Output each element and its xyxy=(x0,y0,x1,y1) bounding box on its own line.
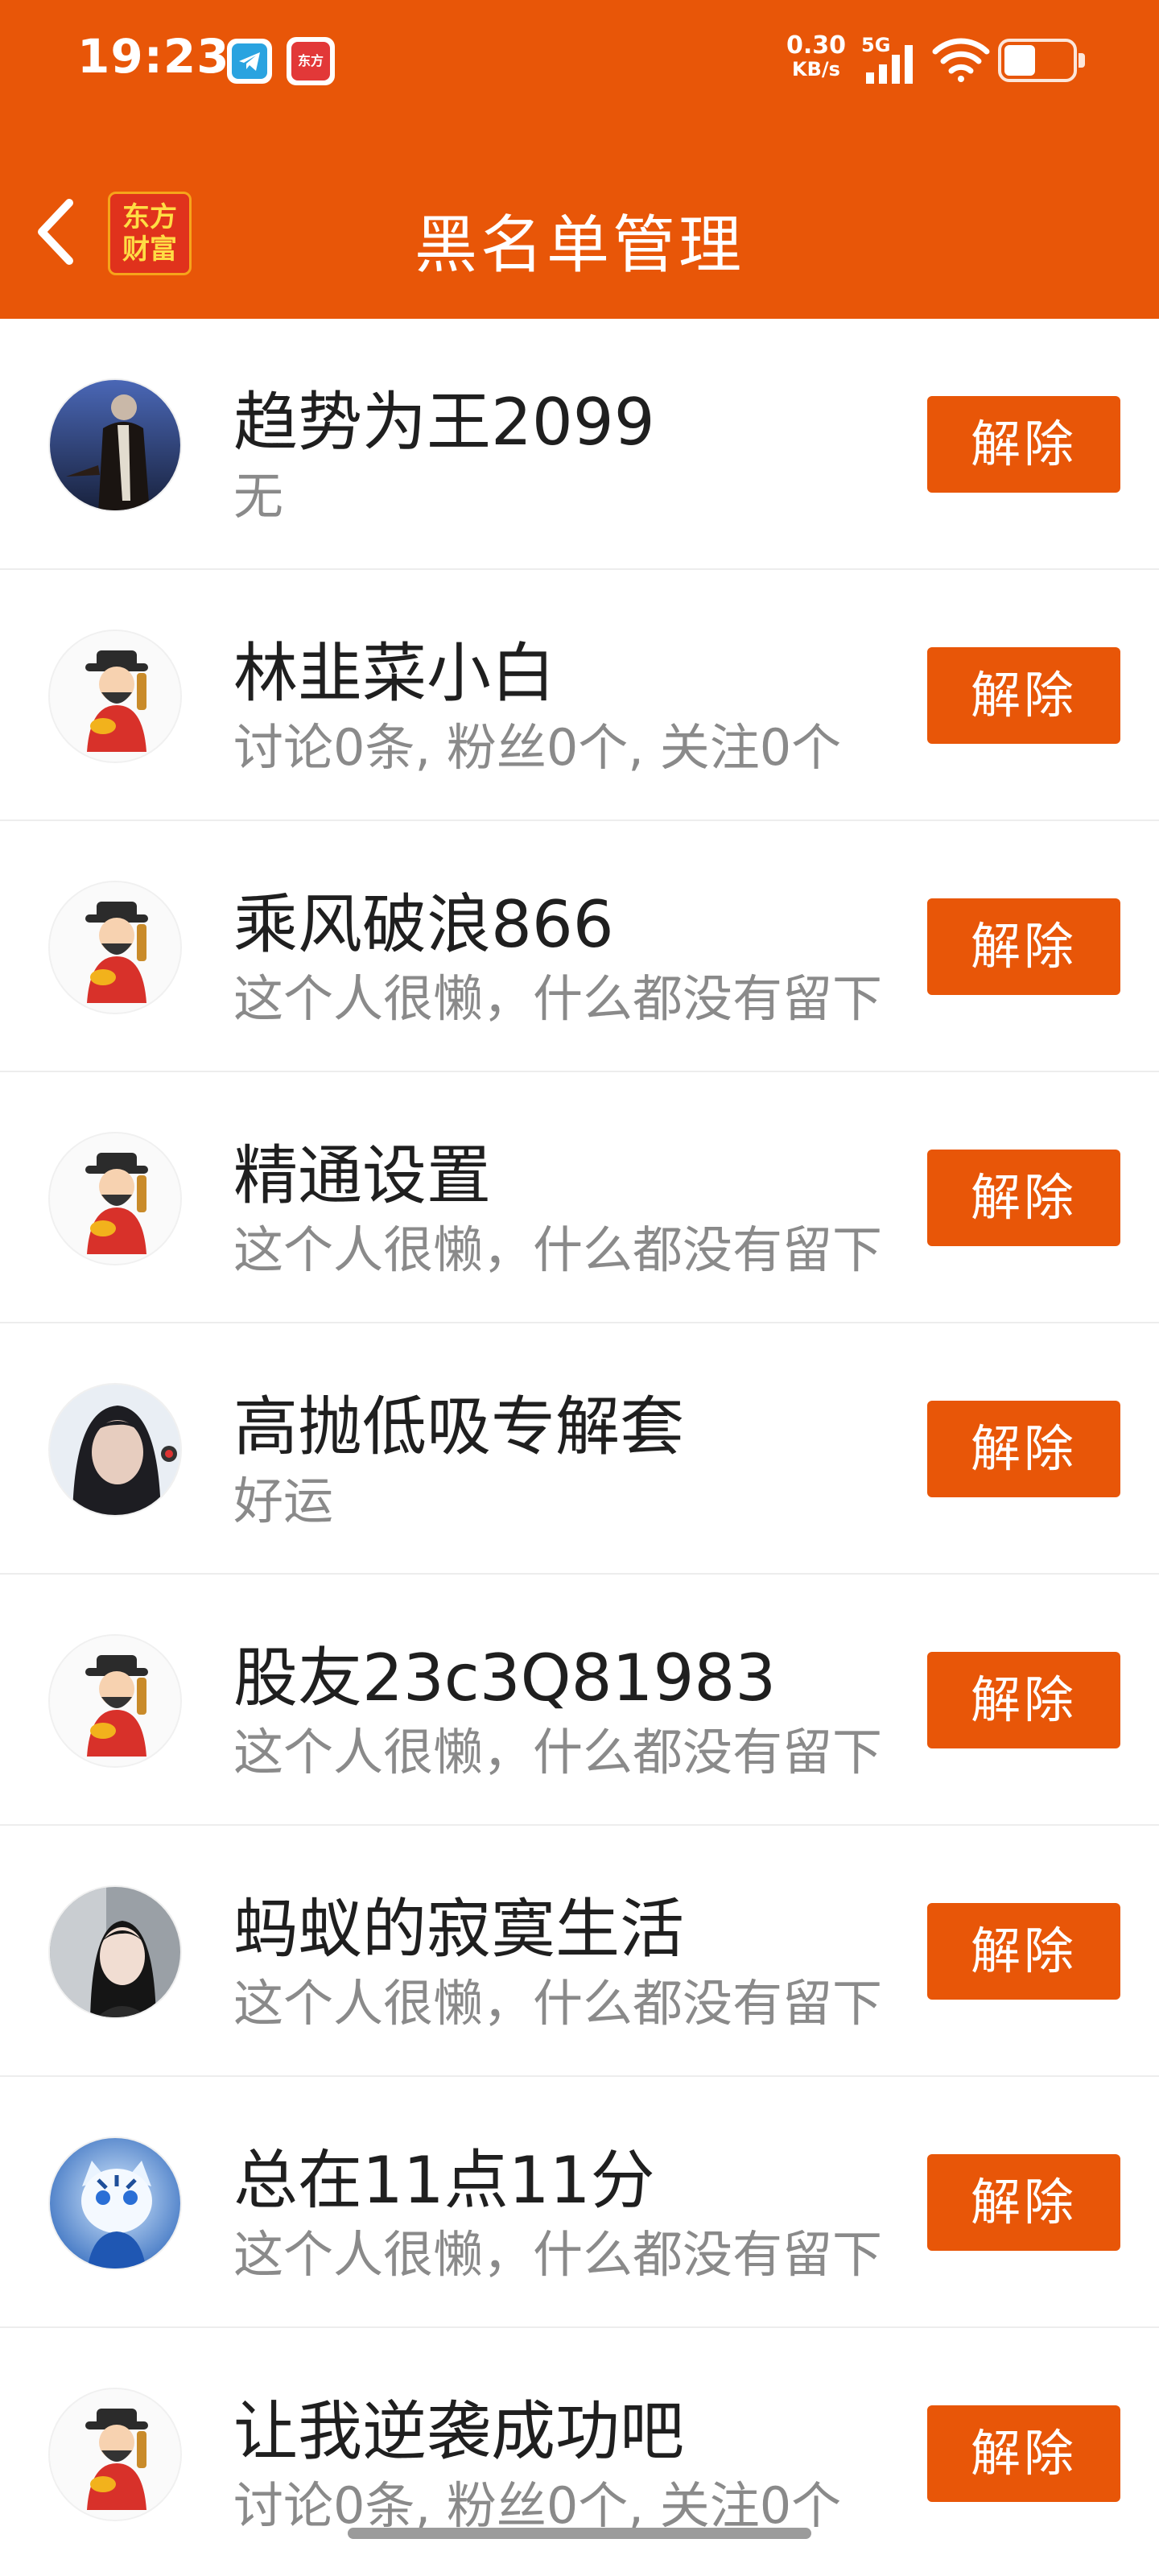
unblock-button[interactable]: 解除 xyxy=(927,1401,1120,1497)
user-name[interactable]: 乘风破浪866 xyxy=(233,873,901,966)
user-description: 无 xyxy=(233,467,284,526)
user-description: 好运 xyxy=(233,1472,334,1530)
telegram-app-icon xyxy=(227,39,272,84)
user-name[interactable]: 趋势为王2099 xyxy=(233,370,901,464)
app-top-area: 19:23 东方 0.30 KB/s 5G 东方 财富 黑名单管理 xyxy=(0,0,1159,319)
unblock-button[interactable]: 解除 xyxy=(927,1903,1120,2000)
blacklist-row-2: 林韭菜小白 讨论0条, 粉丝0个, 关注0个 解除 xyxy=(0,570,1159,821)
user-name[interactable]: 让我逆袭成功吧 xyxy=(233,2380,901,2473)
user-description: 讨论0条, 粉丝0个, 关注0个 xyxy=(233,2476,842,2535)
network-speed-value: 0.30 xyxy=(786,31,847,60)
blacklist-row-7: 蚂蚁的寂寞生活 这个人很懒，什么都没有留下 解除 xyxy=(0,1826,1159,2077)
user-description: 这个人很懒，什么都没有留下 xyxy=(233,1723,883,1781)
blacklist-page: 19:23 东方 0.30 KB/s 5G 东方 财富 黑名单管理 趋势为王20… xyxy=(0,0,1159,2576)
battery-icon xyxy=(998,39,1085,82)
unblock-button[interactable]: 解除 xyxy=(927,396,1120,493)
avatar-god-of-wealth[interactable] xyxy=(48,1132,182,1265)
network-speed-unit: KB/s xyxy=(792,58,840,80)
eastmoney-app-icon: 东方 xyxy=(287,37,335,85)
avatar-photo-woman-portrait[interactable] xyxy=(48,1383,182,1517)
blacklist-row-8: 总在11点11分 这个人很懒，什么都没有留下 解除 xyxy=(0,2077,1159,2328)
user-description: 讨论0条, 粉丝0个, 关注0个 xyxy=(233,718,842,777)
blacklist-row-5: 高抛低吸专解套 好运 解除 xyxy=(0,1323,1159,1575)
unblock-button[interactable]: 解除 xyxy=(927,1652,1120,1748)
network-type-label: 5G xyxy=(861,34,890,56)
avatar-god-of-wealth[interactable] xyxy=(48,1634,182,1768)
blacklist-row-1: 趋势为王2099 无 解除 xyxy=(0,319,1159,570)
network-speed: 0.30 KB/s xyxy=(782,31,850,80)
user-name[interactable]: 股友23c3Q81983 xyxy=(233,1626,901,1719)
unblock-button[interactable]: 解除 xyxy=(927,647,1120,744)
status-bar: 19:23 东方 0.30 KB/s 5G xyxy=(0,0,1159,121)
avatar-blue-tiger[interactable] xyxy=(48,2136,182,2270)
user-description: 这个人很懒，什么都没有留下 xyxy=(233,1220,883,1279)
page-header: 东方 财富 黑名单管理 xyxy=(0,121,1159,319)
unblock-button[interactable]: 解除 xyxy=(927,1150,1120,1246)
avatar-god-of-wealth[interactable] xyxy=(48,2388,182,2521)
unblock-button[interactable]: 解除 xyxy=(927,2154,1120,2251)
wifi-icon xyxy=(932,38,990,82)
avatar-photo-woman-car[interactable] xyxy=(48,1885,182,2019)
unblock-button[interactable]: 解除 xyxy=(927,898,1120,995)
home-indicator[interactable] xyxy=(348,2528,811,2539)
user-name[interactable]: 高抛低吸专解套 xyxy=(233,1375,901,1468)
user-name[interactable]: 总在11点11分 xyxy=(233,2128,901,2222)
blacklist-row-3: 乘风破浪866 这个人很懒，什么都没有留下 解除 xyxy=(0,821,1159,1072)
user-name[interactable]: 林韭菜小白 xyxy=(233,621,901,715)
user-name[interactable]: 精通设置 xyxy=(233,1124,901,1217)
avatar-god-of-wealth[interactable] xyxy=(48,881,182,1014)
cellular-signal-icon: 5G xyxy=(861,34,913,84)
unblock-button[interactable]: 解除 xyxy=(927,2405,1120,2502)
blacklist-list: 趋势为王2099 无 解除 林韭菜小白 讨论0条, 粉丝0个, 关注0个 解除 … xyxy=(0,319,1159,2576)
avatar-god-of-wealth[interactable] xyxy=(48,630,182,763)
status-time: 19:23 xyxy=(77,29,230,84)
user-description: 这个人很懒，什么都没有留下 xyxy=(233,969,883,1028)
avatar-photo-man-in-coat[interactable] xyxy=(48,378,182,512)
page-title: 黑名单管理 xyxy=(414,209,744,282)
eastmoney-app-icon-text: 东方 xyxy=(291,42,330,80)
blacklist-row-4: 精通设置 这个人很懒，什么都没有留下 解除 xyxy=(0,1072,1159,1323)
user-name[interactable]: 蚂蚁的寂寞生活 xyxy=(233,1877,901,1971)
blacklist-row-6: 股友23c3Q81983 这个人很懒，什么都没有留下 解除 xyxy=(0,1575,1159,1826)
user-description: 这个人很懒，什么都没有留下 xyxy=(233,1974,883,2033)
user-description: 这个人很懒，什么都没有留下 xyxy=(233,2225,883,2284)
